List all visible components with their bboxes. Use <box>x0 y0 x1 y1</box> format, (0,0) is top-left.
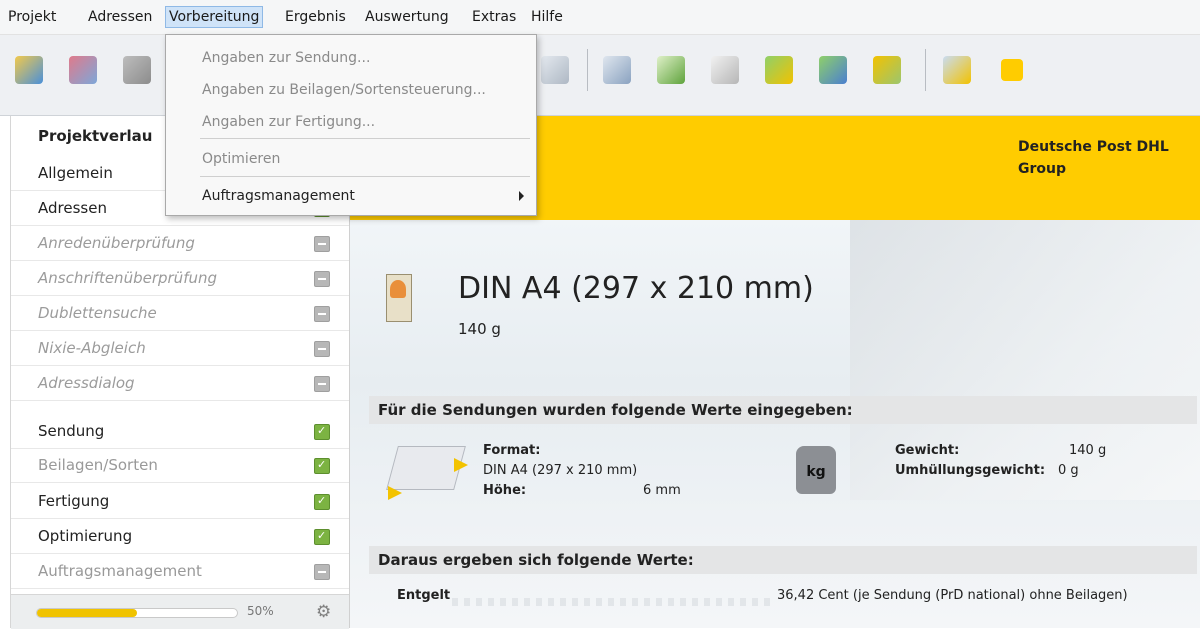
menu-item-label: Auftragsmanagement <box>202 188 355 204</box>
sidebar-item-optimierung[interactable]: Optimierung <box>11 519 349 554</box>
fee-value: 36,42 Cent (je Sendung (PrD national) oh… <box>777 588 1128 603</box>
format-value: DIN A4 (297 x 210 mm) <box>483 463 638 478</box>
menu-ergebnis[interactable]: Ergebnis <box>285 9 346 25</box>
minus-icon <box>314 236 330 252</box>
result-values-heading: Daraus ergeben sich folgende Werte: <box>369 546 1197 574</box>
number-range-icon[interactable] <box>654 53 688 87</box>
sidebar-item-label: Sendung <box>38 422 105 440</box>
sidebar-item-sendung[interactable]: Sendung <box>11 414 349 449</box>
toolbar-separator <box>587 49 588 91</box>
database-export-icon[interactable] <box>870 53 904 87</box>
input-values-heading: Für die Sendungen wurden folgende Werte … <box>369 396 1197 424</box>
menu-separator <box>200 176 530 177</box>
post-horn-icon[interactable] <box>995 53 1029 87</box>
document-icon[interactable] <box>538 53 572 87</box>
weight-label: Gewicht: <box>895 443 960 458</box>
brand-line-2: Group <box>1018 161 1067 178</box>
menu-item-optimieren[interactable]: Optimieren <box>166 146 536 174</box>
menu-item-angaben-beilagen[interactable]: Angaben zu Beilagen/Sortensteuerung... <box>166 77 536 105</box>
vorbereitung-dropdown-menu: Angaben zur Sendung... Angaben zu Beilag… <box>165 34 537 216</box>
word-export-icon[interactable] <box>816 53 850 87</box>
address-table-icon[interactable] <box>66 53 100 87</box>
menu-item-label: Angaben zur Fertigung... <box>202 114 376 130</box>
progress-fill <box>37 609 137 617</box>
minus-icon <box>314 271 330 287</box>
sidebar-item-label: Fertigung <box>38 492 110 510</box>
sidebar-item-label: Dublettensuche <box>38 304 157 322</box>
dotted-leader <box>452 598 772 606</box>
sidebar-item-label: Optimierung <box>38 527 133 545</box>
sidebar-item-label: Auftragsmanagement <box>38 562 202 580</box>
copy-icon[interactable] <box>708 53 742 87</box>
brand-line-1: Deutsche Post DHL <box>1018 139 1169 155</box>
link-icon[interactable] <box>120 53 154 87</box>
sidebar-item-dublettensuche[interactable]: Dublettensuche <box>11 296 349 331</box>
format-title: DIN A4 (297 x 210 mm) <box>458 271 814 306</box>
arrow-icon <box>454 458 468 472</box>
format-weight: 140 g <box>458 320 501 338</box>
sidebar-item-fertigung[interactable]: Fertigung <box>11 484 349 519</box>
kg-icon-text: kg <box>806 464 826 480</box>
menu-extras[interactable]: Extras <box>472 9 516 25</box>
menu-adressen[interactable]: Adressen <box>88 9 152 25</box>
menu-auswertung[interactable]: Auswertung <box>365 9 449 25</box>
minus-icon <box>314 306 330 322</box>
zkz-calendar-icon[interactable] <box>940 53 974 87</box>
menu-projekt[interactable]: Projekt <box>8 9 56 25</box>
menu-item-label: Angaben zur Sendung... <box>202 50 371 66</box>
wrap-weight-value: 0 g <box>1058 463 1079 478</box>
sidebar-item-anredenueberpruefung[interactable]: Anredenüberprüfung <box>11 226 349 261</box>
section-heading-text: Daraus ergeben sich folgende Werte: <box>378 551 694 569</box>
new-project-icon[interactable] <box>12 53 46 87</box>
check-icon <box>314 494 330 510</box>
menu-item-auftragsmanagement[interactable]: Auftragsmanagement <box>166 183 536 211</box>
format-document-icon <box>386 274 412 322</box>
weight-kg-icon: kg <box>796 446 836 494</box>
sidebar-item-beilagen-sorten[interactable]: Beilagen/Sorten <box>11 448 349 483</box>
menu-item-angaben-sendung[interactable]: Angaben zur Sendung... <box>166 45 536 73</box>
sidebar-item-label: Adressdialog <box>38 374 135 392</box>
sidebar-item-adressdialog[interactable]: Adressdialog <box>11 366 349 401</box>
menu-bar: Projekt Adressen Vorbereitung Ergebnis A… <box>0 0 1200 35</box>
menu-item-label: Optimieren <box>202 151 281 167</box>
sidebar-title: Projektverlau <box>38 127 153 145</box>
sidebar-item-auftragsmanagement[interactable]: Auftragsmanagement <box>11 554 349 589</box>
sidebar-item-label: Anredenüberprüfung <box>38 234 195 252</box>
check-icon <box>314 458 330 474</box>
sidebar-item-label: Nixie-Abgleich <box>38 339 146 357</box>
toolbar-separator <box>925 49 926 91</box>
sidebar-item-label: Allgemein <box>38 164 113 182</box>
submenu-arrow-icon <box>519 191 524 201</box>
post-export-icon[interactable] <box>762 53 796 87</box>
gear-icon[interactable]: ⚙ <box>316 602 331 622</box>
height-label: Höhe: <box>483 483 527 498</box>
brand-logo-text: Deutsche Post DHL Group <box>1018 136 1188 181</box>
menu-hilfe[interactable]: Hilfe <box>531 9 563 25</box>
sidebar-footer: 50% ⚙ <box>11 594 349 629</box>
height-value: 6 mm <box>643 483 681 498</box>
minus-icon <box>314 564 330 580</box>
report-icon[interactable] <box>600 53 634 87</box>
project-progress-bar <box>36 608 238 618</box>
fee-label: Entgelt <box>397 588 451 603</box>
sidebar-item-label: Beilagen/Sorten <box>38 456 158 474</box>
menu-vorbereitung[interactable]: Vorbereitung <box>165 6 264 28</box>
sidebar-item-label: Adressen <box>38 199 107 217</box>
sidebar-item-nixie-abgleich[interactable]: Nixie-Abgleich <box>11 331 349 366</box>
progress-percent: 50% <box>247 604 274 618</box>
menu-item-label: Angaben zu Beilagen/Sortensteuerung... <box>202 82 486 98</box>
format-label: Format: <box>483 443 541 458</box>
check-icon <box>314 529 330 545</box>
arrow-icon <box>388 486 402 500</box>
sidebar-item-anschriftenueberpruefung[interactable]: Anschriftenüberprüfung <box>11 261 349 296</box>
menu-separator <box>200 138 530 139</box>
section-heading-text: Für die Sendungen wurden folgende Werte … <box>378 401 853 419</box>
wrap-weight-label: Umhüllungsgewicht: <box>895 463 1046 478</box>
menu-item-angaben-fertigung[interactable]: Angaben zur Fertigung... <box>166 109 536 137</box>
check-icon <box>314 424 330 440</box>
sidebar-item-label: Anschriftenüberprüfung <box>38 269 218 287</box>
minus-icon <box>314 376 330 392</box>
minus-icon <box>314 341 330 357</box>
weight-value: 140 g <box>1069 443 1107 458</box>
